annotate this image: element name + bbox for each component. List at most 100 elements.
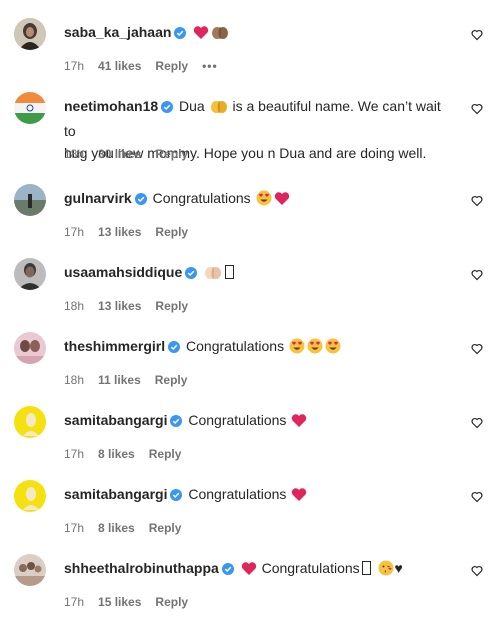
comment-username[interactable]: shheethalrobinuthappa [64,560,219,576]
comment-username[interactable]: samitabangargi [64,486,167,502]
likes-count[interactable]: 41 likes [98,59,141,73]
likes-count[interactable]: 15 likes [98,595,141,609]
likes-count[interactable]: 8 likes [98,521,135,535]
avatar[interactable] [14,92,46,124]
praying-hands-emoji [210,98,228,120]
avatar[interactable] [14,258,46,290]
heart-eyes-emoji [307,338,323,360]
red-heart-emoji [291,486,307,508]
comment-username[interactable]: samitabangargi [64,412,167,428]
heart-eyes-emoji [325,338,341,360]
verified-badge-icon [185,263,198,285]
reply-button[interactable]: Reply [155,595,188,609]
like-heart-icon[interactable] [471,103,483,115]
comment-text: Congratulations [188,486,287,502]
comment-body: saba_ka_jahaan [64,21,449,46]
comment-time: 17h [64,595,85,609]
comment-time: 17h [64,521,85,535]
comment-body: usaamahsiddique [64,261,449,286]
comment-time: 17h [64,447,85,461]
comment-username[interactable]: usaamahsiddique [64,264,182,280]
verified-badge-icon [174,23,187,45]
comment-meta: 17h 15 likes Reply [64,594,202,610]
verified-badge-icon [161,97,174,119]
likes-count[interactable]: 30 likes [98,147,141,161]
comment-text: Congratulations [188,412,287,428]
comment-time: 18h [64,147,85,161]
comment-item: usaamahsiddique 18h 13 likes Reply [0,258,491,332]
comment-meta: 17h 8 likes Reply [64,520,195,536]
comment-username[interactable]: gulnarvirk [64,190,132,206]
like-heart-icon[interactable] [471,491,483,503]
comment-item: samitabangargi Congratulations 17h 8 like… [0,480,491,554]
reply-button[interactable]: Reply [155,59,188,73]
small-heart-glyph: ♥ [394,560,403,576]
verified-badge-icon [221,559,234,581]
verified-badge-icon [170,411,183,433]
comment-username[interactable]: theshimmergirl [64,338,165,354]
likes-count[interactable]: 13 likes [98,225,141,239]
comment-text: Congratulations [186,338,285,354]
like-heart-icon[interactable] [471,417,483,429]
comment-time: 17h [64,59,85,73]
reply-button[interactable]: Reply [149,447,182,461]
comment-time: 18h [64,299,85,313]
comment-username[interactable]: neetimohan18 [64,98,158,114]
reply-button[interactable]: Reply [155,225,188,239]
like-heart-icon[interactable] [471,565,483,577]
reply-button[interactable]: Reply [155,373,188,387]
comment-meta: 17h 13 likes Reply [64,224,202,240]
comment-text: Congratulations [152,190,251,206]
heart-eyes-emoji [289,338,305,360]
comment-item: theshimmergirl Congratulations 18h 11 lik… [0,332,491,406]
comment-item: saba_ka_jahaan 17h 41 likes Reply ••• [0,18,491,92]
comment-meta: 18h 11 likes Reply [64,372,201,388]
praying-hands-emoji [211,24,229,46]
comment-list: saba_ka_jahaan 17h 41 likes Reply ••• neeti… [0,0,491,611]
comment-body: theshimmergirl Congratulations [64,335,449,360]
unsupported-glyph-icon [361,561,371,575]
avatar[interactable] [14,480,46,512]
unsupported-glyph-icon [225,265,235,279]
reply-button[interactable]: Reply [155,147,188,161]
avatar[interactable] [14,332,46,364]
comment-username[interactable]: saba_ka_jahaan [64,24,171,40]
verified-badge-icon [134,189,147,211]
comment-text: Dua [179,98,209,114]
comment-body: shheethalrobinuthappa Congratulations ♥ [64,557,449,582]
comment-item: shheethalrobinuthappa Congratulations ♥ … [0,554,491,628]
comment-meta: 17h 41 likes Reply ••• [64,58,232,74]
like-heart-icon[interactable] [471,29,483,41]
like-heart-icon[interactable] [471,269,483,281]
red-heart-emoji [193,24,209,46]
like-heart-icon[interactable] [471,343,483,355]
comment-time: 18h [64,373,85,387]
comment-time: 17h [64,225,85,239]
likes-count[interactable]: 8 likes [98,447,135,461]
comment-body: samitabangargi Congratulations [64,483,449,508]
avatar[interactable] [14,406,46,438]
comment-item: samitabangargi Congratulations 17h 8 like… [0,406,491,480]
verified-badge-icon [168,337,181,359]
comment-text: Congratulations [261,560,360,576]
comment-meta: 17h 8 likes Reply [64,446,195,462]
comment-body: samitabangargi Congratulations [64,409,449,434]
praying-hands-emoji [204,264,222,286]
reply-button[interactable]: Reply [149,521,182,535]
verified-badge-icon [170,485,183,507]
comment-item: neetimohan18 Dua is a beautiful name. We… [0,92,491,166]
comment-meta: 18h 13 likes Reply [64,298,202,314]
like-heart-icon[interactable] [471,195,483,207]
avatar[interactable] [14,18,46,50]
avatar[interactable] [14,184,46,216]
likes-count[interactable]: 11 likes [98,373,141,387]
red-heart-emoji [241,560,257,582]
red-heart-emoji [291,412,307,434]
reply-button[interactable]: Reply [155,299,188,313]
red-heart-emoji [274,190,290,212]
avatar[interactable] [14,554,46,586]
comment-meta: 18h 30 likes Reply [64,146,202,162]
comment-body: gulnarvirk Congratulations [64,187,449,212]
more-options-icon[interactable]: ••• [202,59,218,73]
likes-count[interactable]: 13 likes [98,299,141,313]
